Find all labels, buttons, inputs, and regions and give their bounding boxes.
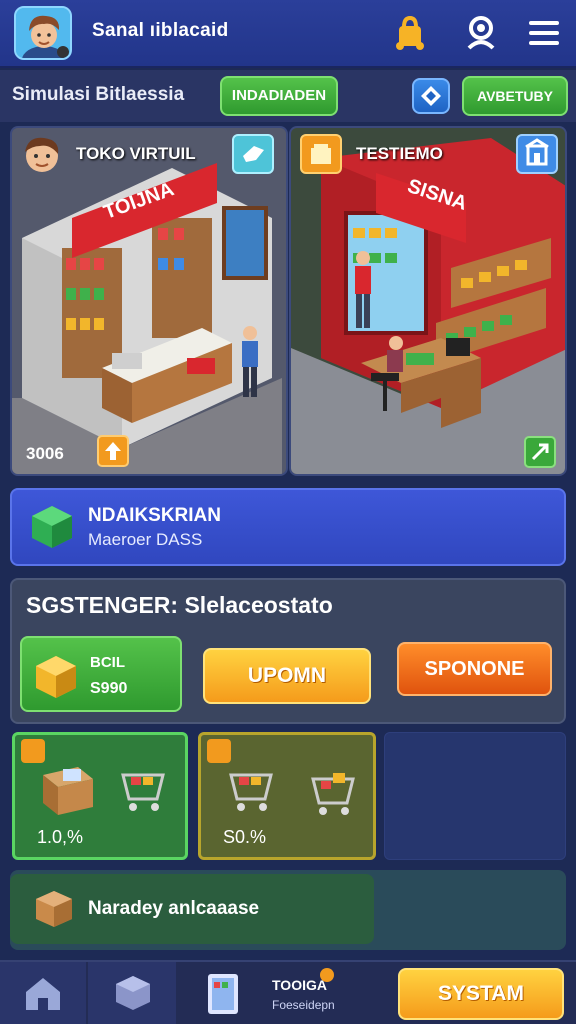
notification-dot-icon — [320, 968, 334, 982]
hand-icon — [243, 146, 264, 162]
diamond-icon — [421, 86, 441, 106]
crate-and-cart-icon — [43, 767, 165, 815]
profile-icon[interactable] — [460, 12, 502, 54]
store-panel-left[interactable] — [10, 126, 288, 476]
diamond-button[interactable] — [412, 78, 450, 114]
store-action-button-left[interactable] — [232, 134, 274, 174]
banner[interactable]: Naradey anlcaaase — [10, 874, 374, 944]
gold-crate-icon — [36, 656, 76, 698]
revenue-label: BCIL — [90, 654, 125, 671]
status-title: SGSTENGER: Slelaceostato — [26, 592, 333, 618]
page-title: Simulasi Bitlaessia — [12, 84, 185, 105]
bag-icon[interactable] — [389, 12, 431, 54]
fridge-icon[interactable] — [200, 968, 246, 1018]
upgrade-button[interactable]: UPOMN — [203, 648, 371, 704]
store-label-right: TESTIEMO — [356, 144, 443, 163]
empty-card-slot — [384, 732, 566, 860]
store-panel-right[interactable] — [289, 126, 567, 476]
upgrade-arrow-button[interactable] — [97, 435, 129, 467]
avatar[interactable] — [14, 6, 72, 60]
banner-text: Naradey anlcaaase — [88, 898, 260, 919]
info-bar[interactable] — [10, 488, 566, 566]
info-title: NDAIKSKRIAN — [88, 505, 221, 526]
menu-icon[interactable] — [523, 12, 565, 54]
app-title: Sanal ıiblacaid — [92, 20, 229, 41]
card-value-1: 1.0,% — [37, 827, 84, 847]
indadiaden-button[interactable]: INDADIADEN — [220, 76, 338, 116]
home-icon — [26, 978, 60, 1010]
box-icon — [116, 976, 150, 1010]
sponsor-button[interactable]: SPONONE — [397, 642, 552, 696]
nav-home[interactable] — [0, 962, 86, 1024]
revenue-card[interactable]: BCIL S990 — [20, 636, 182, 712]
system-button[interactable]: SYSTAM — [398, 968, 564, 1020]
inventory-card-2[interactable]: S0.% — [198, 732, 376, 860]
revenue-value: S990 — [90, 680, 128, 697]
store-stat-left: 3006 — [26, 444, 64, 463]
shopkeeper-avatar-icon — [20, 134, 64, 178]
expand-arrow-icon — [531, 443, 549, 461]
inventory-card-1[interactable]: 1.0,% — [12, 732, 188, 860]
avbetuby-button[interactable]: AVBETUBY — [462, 76, 568, 116]
cash-register-icon[interactable] — [300, 134, 342, 174]
store-label-left: TOKO VIRTUIL — [76, 144, 196, 163]
shopping-carts-icon — [229, 773, 355, 815]
expand-button[interactable] — [524, 436, 556, 468]
arrow-up-icon — [105, 442, 121, 460]
green-box-icon — [26, 500, 78, 552]
nav-inventory[interactable] — [88, 962, 176, 1024]
package-icon — [36, 891, 72, 927]
building-icon — [525, 138, 549, 166]
info-subtitle: Maeroer DASS — [88, 530, 203, 549]
card-value-2: S0.% — [223, 827, 267, 847]
nav-item-title: TOOIGA — [272, 977, 327, 993]
nav-item-subtitle: Foeseidepn — [272, 998, 335, 1012]
store-building-button[interactable] — [516, 134, 558, 174]
store-scene-left — [12, 128, 286, 474]
